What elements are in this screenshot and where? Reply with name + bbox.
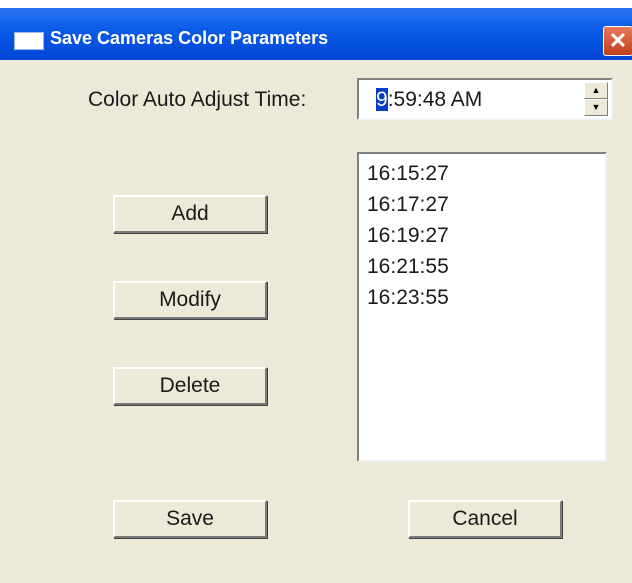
title-bar: Save Cameras Color Parameters ✕: [0, 8, 632, 60]
delete-button[interactable]: Delete: [113, 367, 267, 405]
list-item[interactable]: 16:15:27: [367, 158, 605, 189]
spin-up-icon[interactable]: ▲: [584, 82, 608, 99]
list-item[interactable]: 16:17:27: [367, 189, 605, 220]
save-button[interactable]: Save: [113, 500, 267, 538]
time-value[interactable]: 9:59:48 AM: [376, 88, 482, 112]
time-hour-selected[interactable]: 9: [376, 88, 388, 111]
time-spinner[interactable]: ▲ ▼: [584, 82, 608, 116]
list-item[interactable]: 16:19:27: [367, 220, 605, 251]
time-list[interactable]: 16:15:27 16:17:27 16:19:27 16:21:55 16:2…: [357, 152, 607, 462]
add-button[interactable]: Add: [113, 195, 267, 233]
list-item[interactable]: 16:21:55: [367, 251, 605, 282]
save-cameras-color-dialog: Save Cameras Color Parameters ✕ Color Au…: [0, 8, 632, 583]
spin-down-icon[interactable]: ▼: [584, 99, 608, 116]
auto-adjust-time-picker[interactable]: 9:59:48 AM ▲ ▼: [357, 78, 613, 120]
window-title: Save Cameras Color Parameters: [50, 28, 329, 48]
window-icon: [14, 32, 44, 50]
modify-button[interactable]: Modify: [113, 281, 267, 319]
list-item[interactable]: 16:23:55: [367, 282, 605, 313]
close-button[interactable]: ✕: [603, 26, 632, 56]
time-field-label: Color Auto Adjust Time:: [88, 88, 307, 111]
time-rest: :59:48 AM: [387, 88, 483, 111]
cancel-button[interactable]: Cancel: [408, 500, 562, 538]
